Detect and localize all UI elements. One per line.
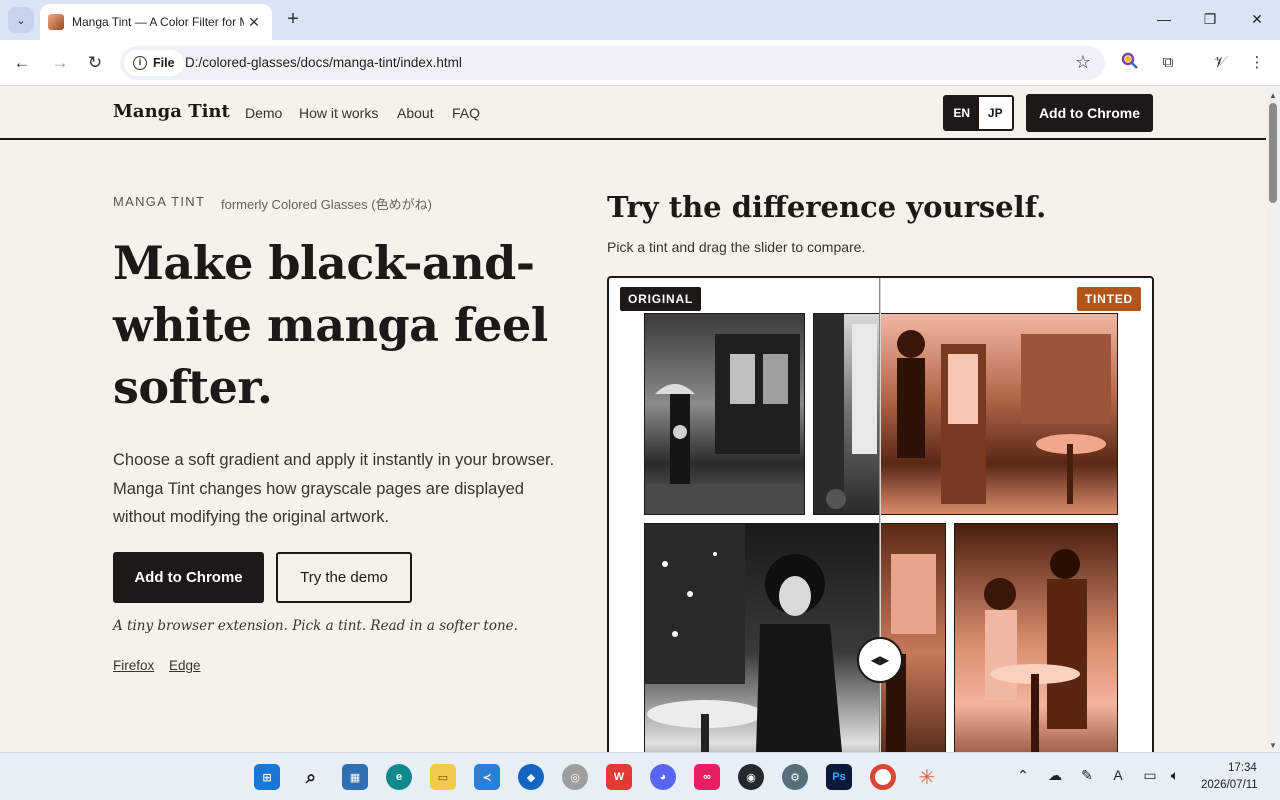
info-icon: i <box>133 56 147 70</box>
tinted-badge: TINTED <box>1076 287 1141 311</box>
search-icon[interactable]: ⌕ <box>298 764 324 790</box>
comparison-demo[interactable]: ORIGINAL TINTED ◀▶ <box>607 276 1154 752</box>
wps-icon[interactable]: W <box>606 764 632 790</box>
nav-link-demo[interactable]: Demo <box>245 105 282 121</box>
page-viewport: Manga Tint Demo How it works About FAQ E… <box>0 87 1266 752</box>
tab-title: Manga Tint — A Color Filter for Manga <box>72 15 244 29</box>
photoshop-icon[interactable]: Ps <box>826 764 852 790</box>
manga-panel-cafe-door-original <box>813 313 881 515</box>
forward-icon[interactable]: → <box>48 51 72 75</box>
site-info-chip[interactable]: i File <box>124 50 184 76</box>
sync-app-icon[interactable]: ◎ <box>562 764 588 790</box>
claude-icon[interactable]: ✳ <box>914 764 940 790</box>
restore-icon[interactable]: ❐ <box>1198 8 1222 30</box>
header-add-to-chrome-button[interactable]: Add to Chrome <box>1026 94 1153 132</box>
scroll-up-icon[interactable]: ▲ <box>1269 91 1277 100</box>
scrollbar-thumb[interactable] <box>1269 103 1277 203</box>
drag-arrows-icon: ◀▶ <box>870 653 890 667</box>
site-chip-label: File <box>153 56 175 70</box>
street-illustration-icon <box>645 334 804 514</box>
manga-panel-window <box>644 523 881 752</box>
tray-ime-icon[interactable]: A <box>1108 767 1128 783</box>
nav-link-how-it-works[interactable]: How it works <box>299 105 378 121</box>
hero-eyebrow-subtitle: formerly Colored Glasses (色めがね) <box>221 197 432 212</box>
comparison-slider-handle[interactable]: ◀▶ <box>857 637 903 683</box>
scroll-down-icon[interactable]: ▼ <box>1269 741 1277 750</box>
brand-logo[interactable]: Manga Tint <box>113 101 230 122</box>
chrome-icon[interactable] <box>870 764 896 790</box>
clock-date[interactable]: 2026/07/11 <box>1201 779 1258 791</box>
lang-jp-button[interactable]: JP <box>978 97 1012 129</box>
edge-link[interactable]: Edge <box>169 658 201 673</box>
windows-taskbar: ⊞ ⌕ ▦ e ▭ ≺ ◆ ◎ W ◕ ∞ ◉ ⚙ Ps ✳ ⌃ ☁ ✎ A ▭… <box>0 752 1280 800</box>
clock-time[interactable]: 17:34 <box>1228 762 1257 774</box>
manga-panel-street <box>644 313 805 515</box>
lang-en-button[interactable]: EN <box>945 97 979 129</box>
demo-title: Try the difference yourself. <box>607 190 1047 224</box>
creative-cloud-icon[interactable]: ∞ <box>694 764 720 790</box>
firefox-link[interactable]: Firefox <box>113 658 154 673</box>
extensions-puzzle-icon[interactable]: ⧉ <box>1157 52 1179 74</box>
new-tab-icon[interactable]: + <box>282 8 304 30</box>
tray-volume-icon[interactable]: 🔈︎ <box>1165 767 1185 784</box>
browser-toolbar: ← → ↻ i File D:/colored-glasses/docs/man… <box>0 40 1280 86</box>
store-icon[interactable]: ▦ <box>342 764 368 790</box>
nav-link-faq[interactable]: FAQ <box>452 105 480 121</box>
manga-panel-cafe-door-tinted <box>881 313 1118 515</box>
discord-icon[interactable]: ◕ <box>650 764 676 790</box>
original-badge: ORIGINAL <box>620 287 702 311</box>
settings-gear-icon[interactable]: ⚙ <box>782 764 808 790</box>
close-window-icon[interactable]: ✕ <box>1245 8 1269 30</box>
github-icon[interactable]: ◉ <box>738 764 764 790</box>
hero-description: Choose a soft gradient and apply it inst… <box>113 451 555 526</box>
shield-app-icon[interactable]: ◆ <box>518 764 544 790</box>
reload-icon[interactable]: ↻ <box>83 51 107 75</box>
browser-tabstrip: ⌄ Manga Tint — A Color Filter for Manga … <box>0 0 1280 40</box>
manga-panel-bar-tinted <box>881 523 946 752</box>
hero-tagline: A tiny browser extension. Pick a tint. R… <box>113 618 518 634</box>
back-icon[interactable]: ← <box>10 51 34 75</box>
hero-eyebrow: MANGA TINT <box>113 194 206 209</box>
menu-kebab-icon[interactable]: ⋮ <box>1246 52 1268 74</box>
page-scrollbar[interactable]: ▲ ▼ <box>1266 87 1280 752</box>
hero-title: Make black-and-white manga feel softer. <box>113 236 548 414</box>
manga-panel-waiter-tinted <box>954 523 1118 752</box>
add-to-chrome-button[interactable]: Add to Chrome <box>113 552 264 603</box>
minimize-icon[interactable]: — <box>1152 8 1176 30</box>
demo-subtitle: Pick a tint and drag the slider to compa… <box>607 239 866 255</box>
nav-link-about[interactable]: About <box>397 105 434 121</box>
language-toggle: EN JP <box>943 95 1014 131</box>
tray-network-cloud-icon[interactable]: ☁ <box>1045 767 1065 784</box>
tab-close-icon[interactable]: ✕ <box>244 14 264 31</box>
favicon-icon <box>48 14 64 30</box>
browser-tab[interactable]: Manga Tint — A Color Filter for Manga ✕ <box>40 4 272 40</box>
tray-pen-icon[interactable]: ✎ <box>1077 767 1097 784</box>
file-explorer-icon[interactable]: ▭ <box>430 764 456 790</box>
url-text[interactable]: D:/colored-glasses/docs/manga-tint/index… <box>185 55 462 70</box>
bookmark-star-icon[interactable]: ☆ <box>1075 52 1091 73</box>
vscode-icon[interactable]: ≺ <box>474 764 500 790</box>
tray-display-icon[interactable]: ▭ <box>1140 767 1160 784</box>
tray-overflow-chevron-icon[interactable]: ⌃ <box>1013 767 1033 784</box>
color-extension-icon[interactable] <box>1119 52 1141 74</box>
try-demo-button[interactable]: Try the demo <box>276 552 412 603</box>
profile-icon[interactable]: 𝒱 <box>1209 52 1231 74</box>
site-header: Manga Tint Demo How it works About FAQ E… <box>0 87 1266 140</box>
edge-icon[interactable]: e <box>386 764 412 790</box>
address-bar[interactable]: i File D:/colored-glasses/docs/manga-tin… <box>120 46 1105 80</box>
tab-search-icon[interactable]: ⌄ <box>8 7 34 33</box>
start-icon[interactable]: ⊞ <box>254 764 280 790</box>
